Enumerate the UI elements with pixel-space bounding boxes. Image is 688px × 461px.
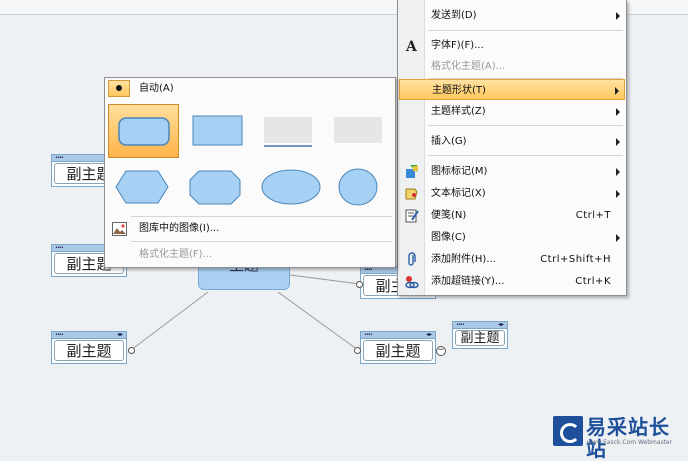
menu-item-font[interactable]: A 字体F)(F)...: [399, 35, 625, 56]
ellipse-shape-icon: [261, 169, 321, 205]
submenu-arrow-icon: [615, 87, 619, 95]
svg-text:A: A: [405, 39, 418, 53]
font-icon: A: [405, 39, 418, 53]
connector-knob[interactable]: [128, 347, 135, 354]
shape-hexagon[interactable]: [108, 160, 179, 214]
menu-item-insert[interactable]: 插入(G): [399, 131, 625, 152]
underline-shape-icon: [264, 117, 312, 147]
menu-item-image[interactable]: 图像(C): [399, 227, 625, 248]
menu-item-icon-marker[interactable]: 图标标记(M): [399, 161, 625, 182]
icon-marker-icon: [406, 165, 418, 178]
menu-item-label: 插入(G): [431, 136, 467, 147]
menu-item-note[interactable]: 便笺(N) Ctrl+T: [399, 205, 625, 226]
watermark: 易采站长站 www.Easck.Com Webmaster: [553, 414, 688, 460]
subtopic-label: 副主题: [54, 340, 124, 361]
shape-octagon[interactable]: [183, 160, 254, 214]
submenu-arrow-icon: [616, 234, 620, 242]
collapse-icon[interactable]: −: [436, 346, 446, 356]
submenu-arrow-icon: [616, 108, 620, 116]
subtopic-label: 副主题: [455, 330, 505, 346]
watermark-url: www.Easck.Com Webmaster: [587, 439, 673, 446]
menu-item-label: 文本标记(X): [431, 188, 486, 199]
watermark-title: 易采站长站: [586, 415, 670, 461]
menu-item-label: 格式化主题(A)...: [431, 61, 506, 72]
menu-item-gallery-image[interactable]: 图库中的图像(I)...: [106, 218, 394, 240]
menu-item-format-topic-shape[interactable]: 格式化主题(F)...: [106, 244, 394, 266]
submenu-arrow-icon: [616, 190, 620, 198]
picture-icon: [112, 222, 127, 236]
menu-item-send-to[interactable]: 发送到(D): [399, 5, 625, 26]
subtopic-node[interactable]: ••••◂▸ 副主题: [360, 331, 436, 364]
menu-separator: [428, 30, 623, 31]
subtopic-node[interactable]: ••••◂▸ 副主题: [452, 321, 508, 349]
menu-item-label: 主题样式(Z): [431, 106, 486, 117]
connector-knob[interactable]: [356, 281, 363, 288]
hyperlink-icon: [405, 276, 419, 289]
menu-item-topic-shape[interactable]: 主题形状(T): [399, 79, 625, 100]
menu-separator: [131, 241, 392, 242]
submenu-arrow-icon: [616, 138, 620, 146]
menu-item-label: 添加附件(H)...: [431, 254, 496, 265]
topic-shape-submenu: 自动(A) 图库中的图像(I)... 格式化主题(F)...: [104, 77, 396, 268]
menu-item-label: 图像(C): [431, 232, 466, 243]
subtopic-label: 副主题: [363, 340, 433, 361]
topic-toolbar: ••••◂▸: [52, 332, 126, 339]
shortcut-label: Ctrl+Shift+H: [540, 254, 611, 265]
circle-shape-icon: [338, 168, 378, 206]
menu-item-label: 自动(A): [139, 83, 174, 94]
menu-item-label: 图库中的图像(I)...: [139, 223, 220, 234]
menu-item-auto-shape[interactable]: 自动(A): [106, 79, 394, 99]
shape-rectangle[interactable]: [183, 104, 254, 158]
menu-item-label: 发送到(D): [431, 10, 477, 21]
paperclip-icon: [408, 252, 416, 266]
no-border-shape-icon: [334, 117, 382, 143]
shape-rounded-rect[interactable]: [108, 104, 179, 158]
submenu-arrow-icon: [616, 168, 620, 176]
octagon-shape-icon: [189, 170, 241, 205]
menu-item-attach[interactable]: 添加附件(H)... Ctrl+Shift+H: [399, 249, 625, 270]
rectangle-shape-icon: [192, 115, 243, 146]
menu-item-label: 图标标记(M): [431, 166, 488, 177]
menu-item-format-topic[interactable]: 格式化主题(A)...: [399, 56, 625, 77]
menu-separator: [131, 216, 392, 217]
menu-item-label: 添加超链接(Y)...: [431, 276, 505, 287]
shortcut-label: Ctrl+T: [575, 210, 611, 221]
menu-separator: [428, 155, 623, 156]
submenu-arrow-icon: [616, 12, 620, 20]
context-menu: 发送到(D) A 字体F)(F)... 格式化主题(A)... 主题形状(T) …: [397, 0, 627, 296]
rounded-rect-shape-icon: [118, 117, 170, 146]
menu-item-label: 主题形状(T): [432, 85, 486, 96]
menu-item-label: 字体F)(F)...: [431, 40, 484, 51]
note-icon: [405, 209, 419, 223]
shape-no-border[interactable]: [329, 104, 400, 158]
menu-item-hyperlink[interactable]: 添加超链接(Y)... Ctrl+K: [399, 271, 625, 292]
menu-item-label: 格式化主题(F)...: [139, 249, 213, 260]
topic-toolbar: ••••◂▸: [453, 322, 507, 329]
text-marker-icon: [405, 188, 418, 200]
site-logo-icon: [553, 416, 583, 446]
shape-circle[interactable]: [329, 160, 400, 214]
subtopic-node[interactable]: ••••◂▸ 副主题: [51, 331, 127, 364]
menu-item-topic-style[interactable]: 主题样式(Z): [399, 101, 625, 122]
topic-toolbar: ••••◂▸: [361, 332, 435, 339]
menu-item-label: 便笺(N): [431, 210, 467, 221]
connector-knob[interactable]: [354, 347, 361, 354]
hexagon-shape-icon: [115, 170, 169, 204]
radio-checked-icon: [108, 80, 130, 97]
menu-item-text-marker[interactable]: 文本标记(X): [399, 183, 625, 204]
menu-separator: [428, 125, 623, 126]
shape-underline[interactable]: [257, 104, 328, 158]
shape-ellipse[interactable]: [257, 160, 328, 214]
shortcut-label: Ctrl+K: [575, 276, 611, 287]
